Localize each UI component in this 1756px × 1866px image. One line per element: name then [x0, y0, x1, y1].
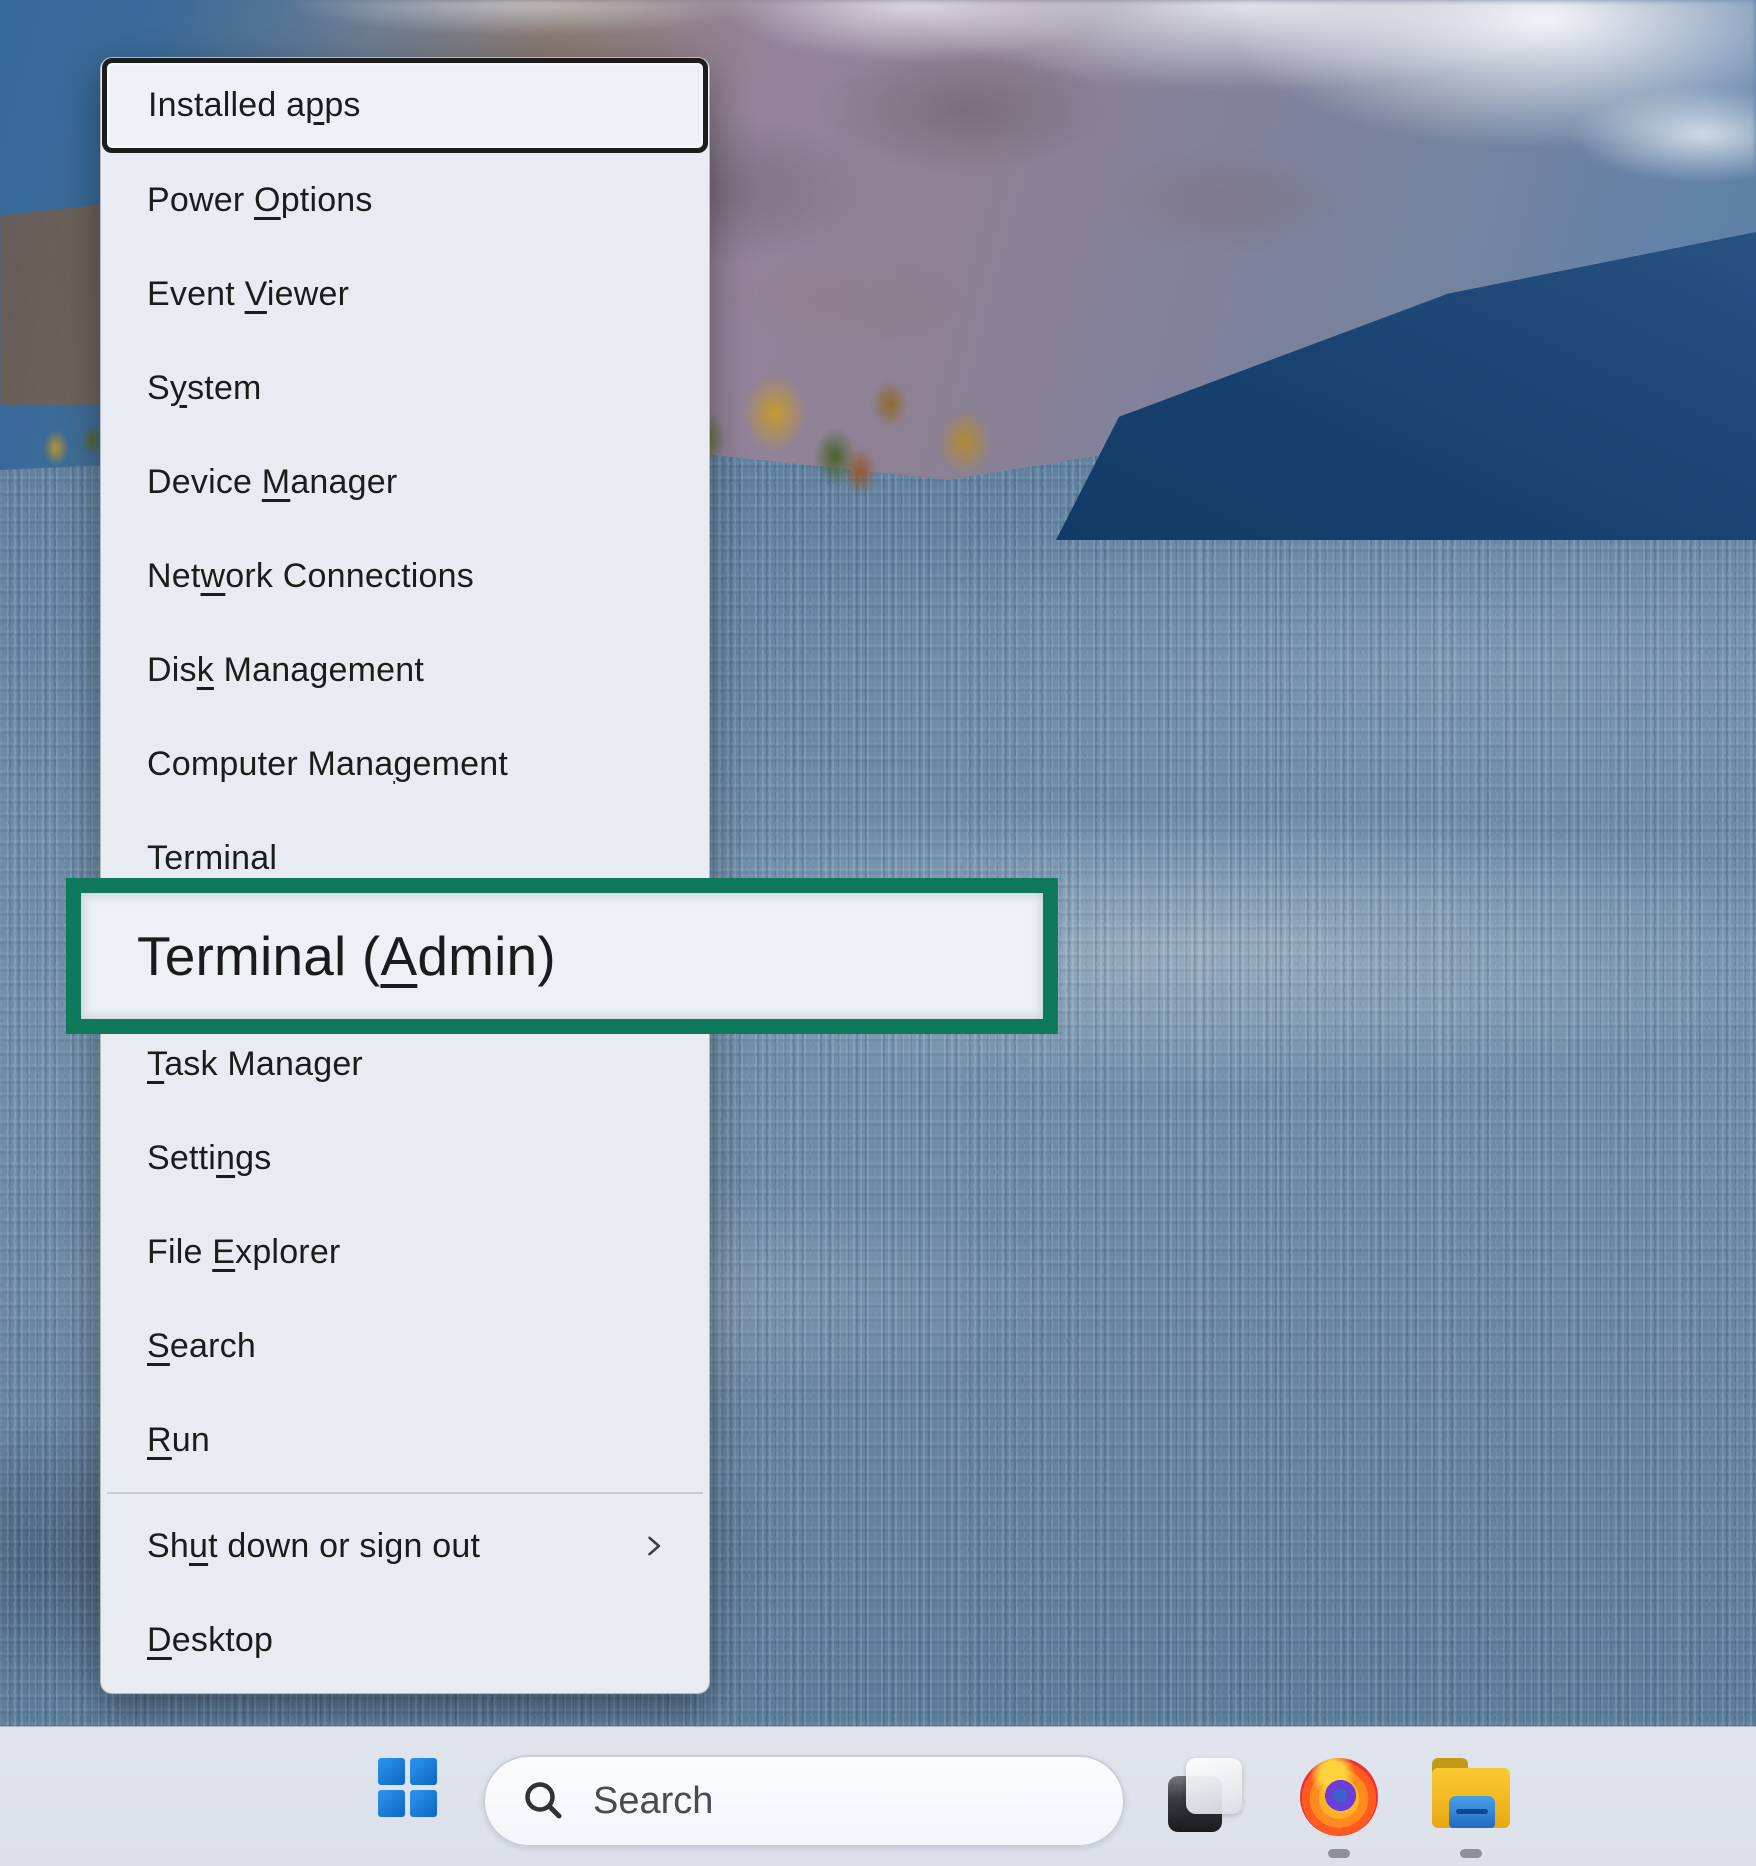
menu-item-label: Search — [147, 1327, 256, 1366]
mnemonic-underline: A — [380, 925, 417, 987]
menu-item-label: Run — [147, 1421, 210, 1460]
mnemonic-underline: S — [147, 1327, 170, 1365]
mnemonic-underline: u — [189, 1527, 208, 1565]
menu-item-label: System — [147, 369, 262, 408]
menu-item-label: Task Manager — [147, 1045, 363, 1084]
menu-item-desktop[interactable]: Desktop — [101, 1593, 709, 1687]
mnemonic-underline: V — [245, 275, 267, 313]
menu-item-event-viewer[interactable]: Event Viewer — [101, 247, 709, 341]
menu-item-search[interactable]: Search — [101, 1299, 709, 1393]
menu-item-label: Disk Management — [147, 651, 424, 690]
menu-item-label: Shut down or sign out — [147, 1527, 480, 1566]
mnemonic-underline: y — [170, 369, 187, 407]
mnemonic-underline: n — [216, 1139, 235, 1177]
menu-separator — [101, 1487, 709, 1499]
menu-item-label: Device Manager — [147, 463, 397, 502]
mnemonic-underline: E — [212, 1233, 235, 1271]
menu-item-label: Settings — [147, 1139, 271, 1178]
menu-item-label: File Explorer — [147, 1233, 340, 1272]
menu-item-computer-management[interactable]: Computer Management — [101, 717, 709, 811]
highlighted-menu-item-terminal-admin[interactable]: Terminal (Admin) — [66, 878, 1058, 1034]
submenu-chevron-icon — [639, 1532, 667, 1560]
mnemonic-underline: M — [262, 463, 291, 501]
firefox-running-indicator — [1328, 1849, 1350, 1858]
highlight-label: Terminal (Admin) — [137, 924, 556, 988]
search-icon — [521, 1778, 567, 1824]
menu-item-label: Event Viewer — [147, 275, 349, 314]
mnemonic-underline: w — [201, 557, 226, 595]
menu-item-label: Desktop — [147, 1621, 273, 1660]
desktop-screen: { "menu": { "items": [ {"id":"installed-… — [0, 0, 1756, 1866]
file-explorer-running-indicator — [1460, 1849, 1482, 1858]
menu-item-installed-apps[interactable]: Installed apps — [102, 58, 708, 153]
mnemonic-underline: g — [393, 745, 412, 783]
mnemonic-underline: R — [147, 1421, 172, 1459]
menu-item-label: Computer Management — [147, 745, 508, 784]
menu-item-disk-management[interactable]: Disk Management — [101, 623, 709, 717]
menu-item-system[interactable]: System — [101, 341, 709, 435]
menu-item-device-manager[interactable]: Device Manager — [101, 435, 709, 529]
menu-item-network-connections[interactable]: Network Connections — [101, 529, 709, 623]
mnemonic-underline: T — [147, 1045, 164, 1083]
menu-item-shut-down-or-sign-out[interactable]: Shut down or sign out — [101, 1499, 709, 1593]
menu-item-label: Power Options — [147, 181, 373, 220]
menu-item-label: Installed apps — [148, 86, 361, 125]
mnemonic-underline: p — [305, 86, 324, 124]
mnemonic-underline: k — [197, 651, 214, 689]
menu-item-settings[interactable]: Settings — [101, 1111, 709, 1205]
mnemonic-underline: O — [254, 181, 281, 219]
taskbar: Search — [0, 1726, 1756, 1866]
windows-logo-icon — [378, 1758, 405, 1785]
search-placeholder-text: Search — [593, 1780, 713, 1823]
menu-item-power-options[interactable]: Power Options — [101, 153, 709, 247]
start-button[interactable] — [376, 1756, 438, 1818]
menu-item-file-explorer[interactable]: File Explorer — [101, 1205, 709, 1299]
winx-context-menu: Installed apps Power Options Event Viewer S… — [100, 57, 710, 1694]
menu-item-label: Network Connections — [147, 557, 474, 596]
file-explorer-button[interactable] — [1432, 1758, 1510, 1836]
menu-item-label: Terminal — [147, 839, 277, 878]
taskbar-search[interactable]: Search — [483, 1755, 1125, 1847]
firefox-button[interactable] — [1300, 1758, 1378, 1836]
menu-item-run[interactable]: Run — [101, 1393, 709, 1487]
mnemonic-underline: D — [147, 1621, 172, 1659]
task-view-button[interactable] — [1166, 1758, 1244, 1836]
